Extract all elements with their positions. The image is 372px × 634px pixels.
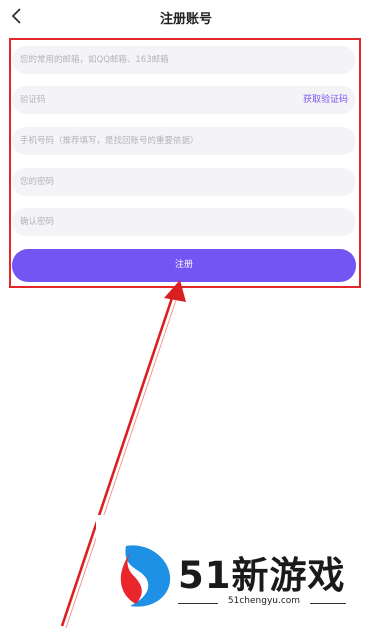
- divider: [178, 603, 218, 604]
- brand-name: 51新游戏: [178, 554, 346, 597]
- brand-logo-icon: [120, 542, 171, 607]
- divider: [310, 603, 346, 604]
- annotation-highlight-box: [9, 38, 361, 288]
- top-bar: 注册账号: [0, 0, 372, 34]
- brand-url: 51chengyu.com: [227, 596, 301, 606]
- page-title: 注册账号: [159, 12, 212, 27]
- watermark: 51新游戏 51chengyu.com: [96, 515, 372, 634]
